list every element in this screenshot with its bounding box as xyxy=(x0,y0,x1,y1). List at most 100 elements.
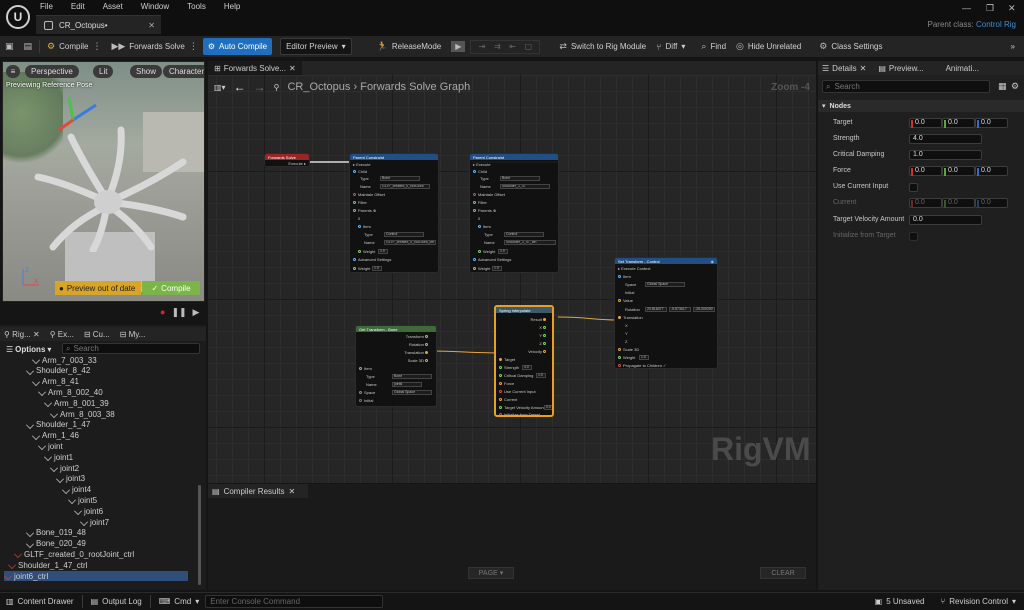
toolbar-overflow-icon[interactable]: » xyxy=(1006,38,1020,55)
force-x-field[interactable]: 0.0 xyxy=(909,166,942,176)
options-dropdown[interactable]: ☰ Options ▾ xyxy=(6,344,51,354)
class-settings-button[interactable]: ⚙ Class Settings xyxy=(814,38,887,55)
hierarchy-nav-icon[interactable]: ⚲ xyxy=(274,83,280,92)
strength-field[interactable]: 4.0 xyxy=(909,134,982,144)
more-options-icon[interactable]: ⋮ xyxy=(189,41,198,52)
parent-name-field[interactable]: GLTF_created_0_rootJoint_ctrl xyxy=(384,240,436,245)
hide-unrelated-button[interactable]: ◎ Hide Unrelated xyxy=(731,38,806,55)
tree-item[interactable]: joint3 xyxy=(56,474,85,484)
breadcrumb-asset[interactable]: CR_Octopus xyxy=(287,81,350,93)
step-into-icon[interactable]: ⇉ xyxy=(494,42,501,51)
parent-type-field[interactable]: Control xyxy=(384,232,424,237)
tree-item[interactable]: Shoulder_1_47 xyxy=(26,420,90,430)
critical-damping-field[interactable]: 1.0 xyxy=(909,150,982,160)
weight-field[interactable]: 1.0 xyxy=(498,249,508,254)
editor-preview-dropdown[interactable]: Editor Preview ▾ xyxy=(280,38,352,55)
tree-item[interactable]: Arm_8_001_39 xyxy=(44,398,109,408)
maximize-icon[interactable]: ❐ xyxy=(986,3,994,14)
tree-item[interactable]: GLTF_created_0_rootJoint_ctrl xyxy=(14,549,134,559)
console-command-input[interactable]: Enter Console Command xyxy=(205,595,384,608)
find-button[interactable]: ⌕ Find xyxy=(696,38,731,55)
space-field[interactable]: Global Space xyxy=(392,390,432,395)
forwards-solve-node[interactable]: Forwards Solve Execute ▸ xyxy=(264,153,310,167)
minimize-icon[interactable]: — xyxy=(962,3,971,13)
menu-tools[interactable]: Tools xyxy=(187,2,206,11)
tab-forwards-solve[interactable]: ⊞ Forwards Solve... ✕ xyxy=(208,61,302,75)
stop-icon[interactable]: ▢ xyxy=(525,42,533,51)
parent-class-link[interactable]: Control Rig xyxy=(976,20,1016,29)
settings-gear-icon[interactable]: ⚙ xyxy=(1011,81,1019,92)
tva-field[interactable]: 0.0 xyxy=(544,405,552,410)
play-button[interactable]: ▶ xyxy=(446,38,470,55)
graph-menu-icon[interactable]: ▥▾ xyxy=(214,83,226,92)
tree-item[interactable]: joint7 xyxy=(80,517,109,527)
step-over-icon[interactable]: ⇥ xyxy=(479,42,486,51)
document-tab[interactable]: CR_Octopus• ✕ xyxy=(36,15,161,34)
child-type-field[interactable]: Bone xyxy=(380,176,420,181)
parent-constraint-node-1[interactable]: Parent Constraint ▸ Execute Child Type B… xyxy=(349,153,439,273)
diff-button[interactable]: ⑂ Diff ▾ xyxy=(651,38,690,55)
pause-icon[interactable]: ❚❚ xyxy=(171,307,186,318)
tree-item[interactable]: Arm_8_41 xyxy=(32,377,79,387)
child-type-field[interactable]: Bone xyxy=(500,176,540,181)
target-x-field[interactable]: 0.0 xyxy=(909,118,942,128)
space-field[interactable]: Global Space xyxy=(645,282,685,287)
hierarchy-scrollbar[interactable] xyxy=(198,485,201,585)
tree-item[interactable]: joint6 xyxy=(74,506,103,516)
weight-field[interactable]: 1.0 xyxy=(492,266,502,271)
tree-item[interactable]: Shoulder_8_42 xyxy=(26,366,90,376)
close-tab-icon[interactable]: ✕ xyxy=(288,487,295,496)
step-out-icon[interactable]: ⇤ xyxy=(509,42,516,51)
rotation-x-field[interactable]: 20.818477 xyxy=(645,307,667,312)
damping-field[interactable]: 1.0 xyxy=(536,373,546,378)
menu-file[interactable]: File xyxy=(40,2,53,11)
tab-curves[interactable]: ⊟ Cu... xyxy=(84,330,110,339)
force-y-field[interactable]: 0.0 xyxy=(942,166,975,176)
clear-button[interactable]: CLEAR xyxy=(760,567,806,579)
tab-my-blueprint[interactable]: ⊟ My... xyxy=(120,330,146,339)
close-tab-icon[interactable]: ✕ xyxy=(289,64,296,73)
child-name-field[interactable]: Shoulder_1_47 xyxy=(500,184,550,189)
tab-animation[interactable]: Animati... xyxy=(946,64,979,73)
lit-button[interactable]: Lit xyxy=(93,65,114,78)
tree-item[interactable]: Bone_019_48 xyxy=(26,528,86,538)
set-transform-node[interactable]: Set Transform - Control ◉ ▸ Execute Cont… xyxy=(614,257,718,369)
parent-constraint-node-2[interactable]: Parent Constraint ▸ Execute Child Type B… xyxy=(469,153,559,273)
revision-control-button[interactable]: ⑂ Revision Control ▾ xyxy=(932,597,1024,606)
cmd-dropdown[interactable]: ⌨ Cmd ▾ xyxy=(153,597,205,606)
tab-preview-settings[interactable]: ▤ Preview... xyxy=(878,64,923,73)
target-z-field[interactable]: 0.0 xyxy=(975,118,1008,128)
tree-item[interactable]: Bone_020_49 xyxy=(26,539,86,549)
child-name-field[interactable]: GLTF_created_0_rootJoint xyxy=(380,184,430,189)
play-forward-icon[interactable]: ▶ xyxy=(193,307,200,318)
record-icon[interactable]: ● xyxy=(160,307,165,318)
close-window-icon[interactable]: ✕ xyxy=(1008,3,1016,14)
viewport-compile-button[interactable]: ✓ Compile xyxy=(142,281,200,295)
tree-item[interactable]: Arm_8_002_40 xyxy=(38,387,103,397)
graph-canvas[interactable]: Forwards Solve Execute ▸ Parent Constrai… xyxy=(208,75,816,483)
forward-arrow-icon[interactable]: → xyxy=(254,80,266,94)
tree-item[interactable]: Arm_8_003_38 xyxy=(50,409,115,419)
viewport-menu-button[interactable]: ≡ xyxy=(6,65,20,78)
tree-item[interactable]: Arm_7_003_33 xyxy=(32,355,97,365)
tab-rig-hierarchy[interactable]: ⚲ Rig... ✕ xyxy=(4,330,40,339)
target-y-field[interactable]: 0.0 xyxy=(942,118,975,128)
tab-execution[interactable]: ⚲ Ex... xyxy=(50,330,74,339)
get-transform-node[interactable]: Get Transform - Bone Transform Rotation … xyxy=(355,325,437,407)
breadcrumb-graph[interactable]: Forwards Solve Graph xyxy=(360,81,470,93)
tree-item[interactable]: joint5 xyxy=(68,495,97,505)
back-arrow-icon[interactable]: ← xyxy=(234,80,246,94)
rotation-y-field[interactable]: -5.873617 xyxy=(669,307,691,312)
unsaved-button[interactable]: ▣ 5 Unsaved xyxy=(867,597,933,606)
menu-asset[interactable]: Asset xyxy=(103,2,123,11)
menu-window[interactable]: Window xyxy=(141,2,169,11)
browse-button[interactable]: ▤ xyxy=(19,38,38,55)
menu-help[interactable]: Help xyxy=(224,2,240,11)
strength-field[interactable]: 4.0 xyxy=(522,365,532,370)
close-tab-icon[interactable]: ✕ xyxy=(860,64,867,73)
preview-viewport[interactable]: ≡ Perspective Lit Show Character Preview… xyxy=(2,61,205,302)
menu-edit[interactable]: Edit xyxy=(71,2,85,11)
tree-item[interactable]: joint1 xyxy=(44,452,73,462)
parent-type-field[interactable]: Control xyxy=(504,232,544,237)
execute-pin[interactable]: Execute ▸ xyxy=(288,161,306,166)
